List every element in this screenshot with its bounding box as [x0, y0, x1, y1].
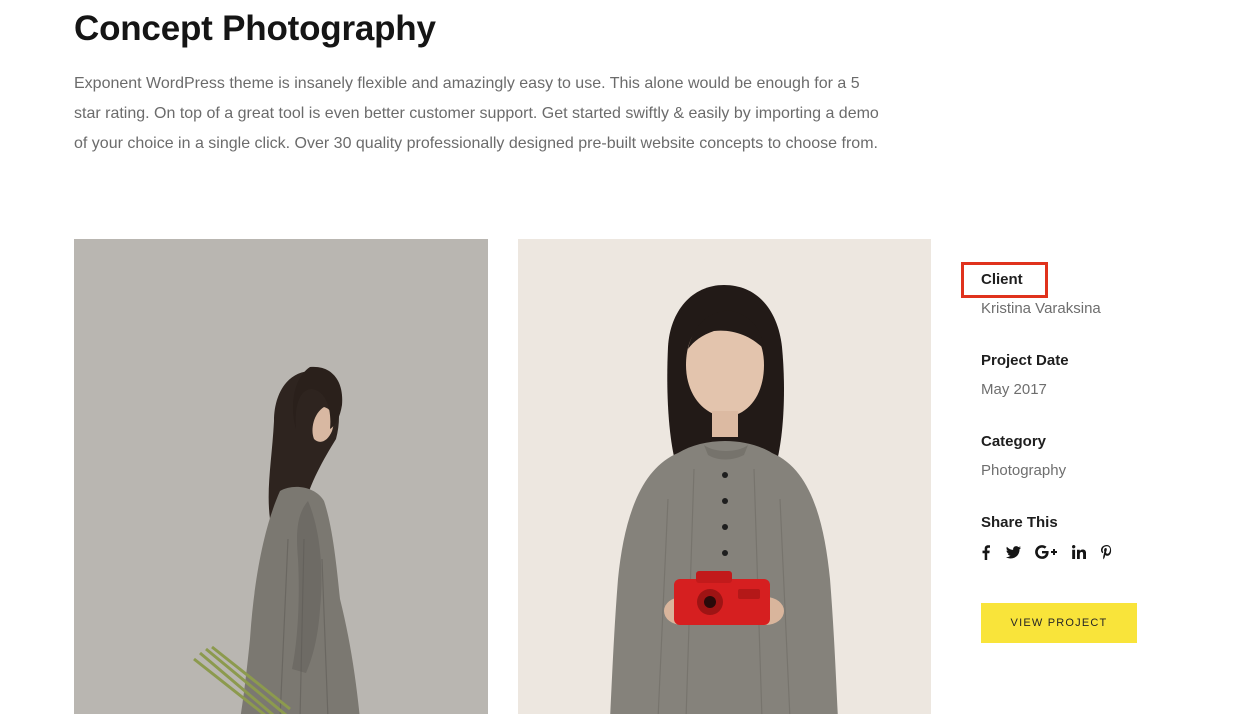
linkedin-icon[interactable]	[1071, 542, 1086, 562]
photo-woman-with-stems	[74, 239, 488, 714]
project-page: Concept Photography Exponent WordPress t…	[0, 0, 1238, 714]
client-label: Client	[981, 271, 1023, 288]
category-label: Category	[981, 433, 1047, 450]
category-value: Photography	[981, 462, 1067, 479]
google-plus-icon[interactable]	[1035, 542, 1057, 562]
share-section: Share This	[981, 514, 1113, 562]
share-icons	[981, 542, 1113, 562]
page-title: Concept Photography	[74, 9, 436, 48]
client-value: Kristina Varaksina	[981, 300, 1101, 317]
twitter-icon[interactable]	[1005, 542, 1021, 562]
project-date-label: Project Date	[981, 352, 1069, 369]
client-section: Client Kristina Varaksina	[981, 271, 1101, 317]
pinterest-icon[interactable]	[1100, 542, 1113, 562]
share-label: Share This	[981, 514, 1058, 531]
project-date-section: Project Date May 2017	[981, 352, 1069, 398]
project-photo-1[interactable]	[74, 239, 488, 714]
project-date-value: May 2017	[981, 381, 1047, 398]
project-description: Exponent WordPress theme is insanely fle…	[74, 75, 879, 152]
view-project-button[interactable]: VIEW PROJECT	[981, 603, 1137, 643]
project-photo-2[interactable]	[518, 239, 931, 714]
photo-woman-with-red-camera	[518, 239, 931, 714]
facebook-icon[interactable]	[981, 542, 991, 562]
category-section: Category Photography	[981, 433, 1066, 479]
